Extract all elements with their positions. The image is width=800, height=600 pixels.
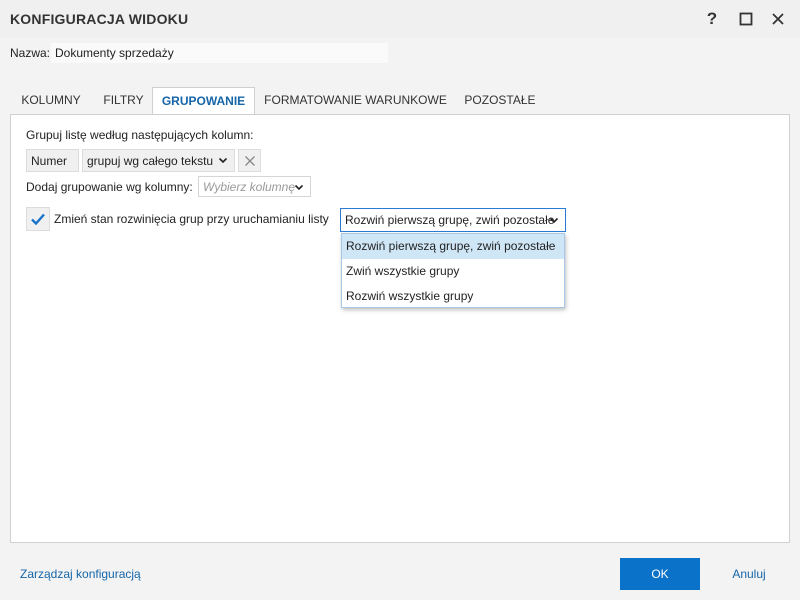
group-mode-select[interactable]: grupuj wg całego tekstu	[82, 149, 235, 172]
dropdown-option[interactable]: Rozwiń wszystkie grupy	[342, 284, 564, 309]
ok-button[interactable]: OK	[620, 558, 700, 590]
group-column-label: Numer	[26, 149, 79, 172]
name-input[interactable]	[51, 43, 388, 63]
remove-group-button[interactable]	[238, 149, 261, 172]
help-button[interactable]: ?	[701, 8, 723, 30]
tab-columns[interactable]: KOLUMNY	[10, 87, 92, 114]
dialog-title: KONFIGURACJA WIDOKU	[10, 11, 189, 27]
name-row: Nazwa:	[10, 43, 390, 63]
close-button[interactable]	[767, 8, 789, 30]
checkmark-icon	[31, 213, 45, 226]
help-icon: ?	[706, 9, 718, 28]
group-mode-value: grupuj wg całego tekstu	[87, 154, 214, 168]
expand-state-row: Zmień stan rozwinięcia grup przy urucham…	[26, 207, 346, 231]
expand-state-label: Zmień stan rozwinięcia grup przy urucham…	[54, 212, 329, 226]
name-label: Nazwa:	[10, 46, 51, 60]
chevron-down-icon	[294, 184, 304, 191]
expand-state-checkbox[interactable]	[26, 207, 50, 231]
grouping-title: Grupuj listę według następujących kolumn…	[26, 128, 254, 142]
tab-conditional-formatting[interactable]: FORMATOWANIE WARUNKOWE	[262, 87, 449, 114]
tab-other[interactable]: POZOSTAŁE	[456, 87, 544, 114]
add-grouping-label: Dodaj grupowanie wg kolumny:	[26, 180, 193, 194]
cancel-button[interactable]: Anuluj	[709, 558, 789, 590]
add-grouping-select[interactable]: Wybierz kolumnę	[198, 176, 311, 197]
dropdown-option[interactable]: Rozwiń pierwszą grupę, zwiń pozostałe	[342, 234, 564, 259]
tab-grouping[interactable]: GRUPOWANIE	[152, 87, 255, 115]
chevron-down-icon	[549, 217, 559, 224]
expand-mode-select[interactable]: Rozwiń pierwszą grupę, zwiń pozostałe	[340, 208, 566, 232]
expand-mode-value: Rozwiń pierwszą grupę, zwiń pozostałe	[345, 213, 555, 227]
tab-filters[interactable]: FILTRY	[95, 87, 152, 114]
add-grouping-placeholder: Wybierz kolumnę	[203, 180, 296, 194]
maximize-button[interactable]	[735, 8, 757, 30]
manage-configuration-link[interactable]: Zarządzaj konfiguracją	[20, 567, 141, 581]
close-icon	[244, 155, 255, 166]
expand-mode-dropdown-list: Rozwiń pierwszą grupę, zwiń pozostałe Zw…	[341, 233, 565, 308]
grouping-panel: Grupuj listę według następujących kolumn…	[10, 114, 790, 543]
dropdown-option[interactable]: Zwiń wszystkie grupy	[342, 259, 564, 284]
chevron-down-icon	[218, 157, 228, 164]
title-bar: KONFIGURACJA WIDOKU ?	[0, 0, 800, 38]
add-grouping-row: Dodaj grupowanie wg kolumny: Wybierz kol…	[26, 176, 326, 197]
close-icon	[772, 13, 784, 25]
maximize-icon	[739, 12, 753, 26]
tab-bar: KOLUMNY FILTRY GRUPOWANIE FORMATOWANIE W…	[10, 87, 790, 115]
